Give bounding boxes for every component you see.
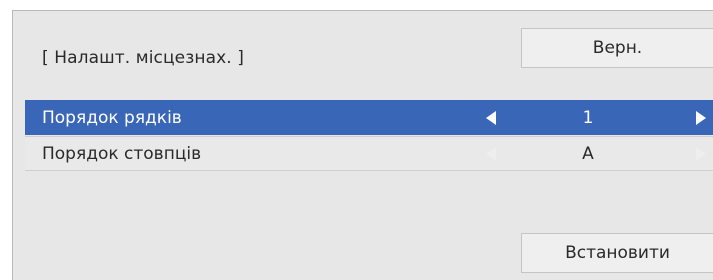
- column-order-setting[interactable]: Порядок стовпців A: [25, 136, 713, 171]
- row-order-setting[interactable]: Порядок рядків 1: [25, 100, 713, 135]
- settings-panel: [ Налашт. місцезнах. ] Верн. Порядок ряд…: [12, 10, 713, 280]
- column-order-label: Порядок стовпців: [42, 143, 202, 164]
- right-arrow-icon[interactable]: [696, 110, 706, 125]
- back-button[interactable]: Верн.: [521, 28, 713, 68]
- left-arrow-icon[interactable]: [486, 146, 496, 161]
- apply-button-label: Встановити: [565, 243, 670, 263]
- left-arrow-icon[interactable]: [486, 110, 496, 125]
- row-order-label: Порядок рядків: [42, 107, 182, 128]
- column-order-value: A: [582, 143, 594, 164]
- right-arrow-icon[interactable]: [696, 146, 706, 161]
- menu-title: [ Налашт. місцезнах. ]: [42, 48, 244, 68]
- apply-button[interactable]: Встановити: [521, 233, 713, 273]
- row-order-value: 1: [582, 107, 594, 128]
- back-button-label: Верн.: [592, 38, 643, 58]
